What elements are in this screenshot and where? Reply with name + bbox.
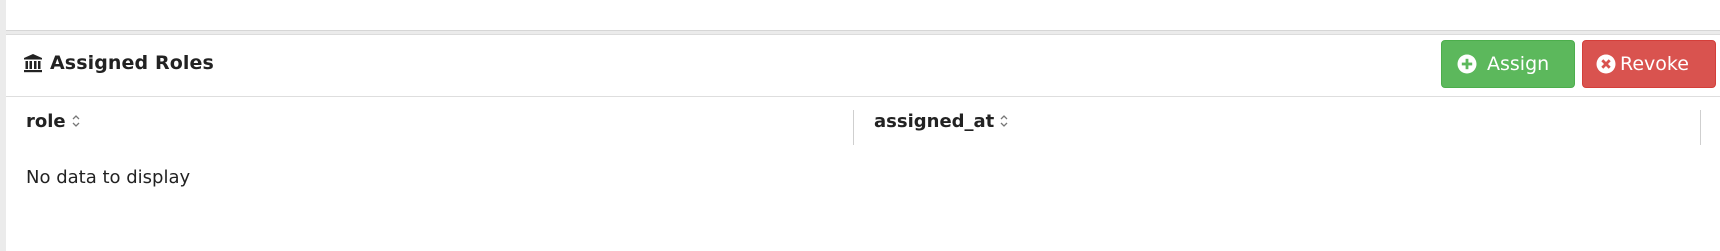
assigned-roles-panel: Assigned Roles Assign Revoke role assign… — [6, 34, 1720, 251]
column-divider[interactable] — [853, 110, 854, 145]
page: Assigned Roles Assign Revoke role assign… — [0, 0, 1720, 251]
x-circle-icon — [1596, 54, 1616, 74]
sort-icon — [999, 113, 1009, 129]
column-divider[interactable] — [1700, 110, 1701, 145]
bank-icon — [23, 53, 43, 73]
sort-icon — [71, 113, 81, 129]
plus-circle-icon — [1457, 54, 1477, 74]
panel-title: Assigned Roles — [23, 52, 214, 74]
panel-header: Assigned Roles Assign Revoke — [6, 35, 1720, 97]
column-header-assigned-at[interactable]: assigned_at — [874, 97, 1699, 145]
column-header-label: assigned_at — [874, 110, 995, 132]
table-header: role assigned_at — [6, 97, 1720, 145]
empty-table-message: No data to display — [26, 167, 191, 188]
revoke-button[interactable]: Revoke — [1582, 40, 1716, 88]
assign-button-label: Assign — [1487, 53, 1550, 75]
revoke-button-label: Revoke — [1620, 53, 1689, 75]
column-header-label: role — [26, 110, 66, 132]
assign-button[interactable]: Assign — [1441, 40, 1575, 88]
panel-title-text: Assigned Roles — [50, 52, 214, 74]
column-header-role[interactable]: role — [26, 97, 851, 145]
top-panel-edge — [6, 0, 1720, 31]
